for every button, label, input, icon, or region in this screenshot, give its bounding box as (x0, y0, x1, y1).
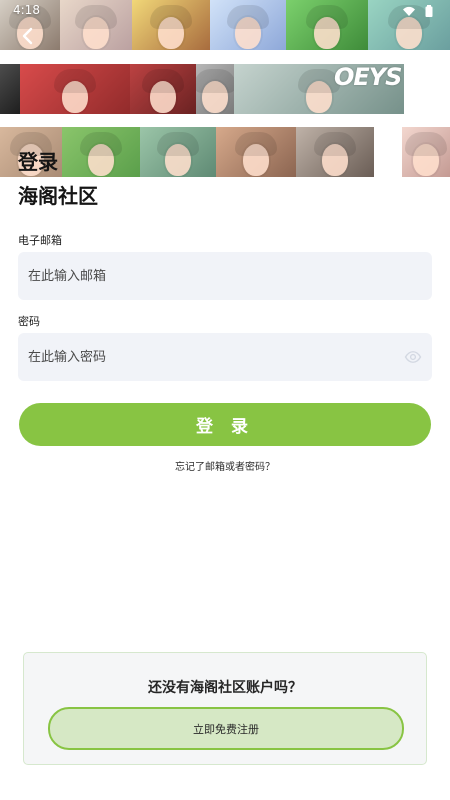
page-title: 登录 (18, 150, 58, 174)
app-name: 海阁社区 (18, 184, 98, 208)
email-field[interactable] (28, 252, 398, 300)
eye-icon[interactable] (404, 348, 422, 366)
character-thumbnail (0, 64, 20, 114)
banner-collage: OEYS (0, 0, 450, 178)
chevron-left-icon (22, 27, 33, 45)
status-icons (402, 4, 438, 18)
back-button[interactable] (16, 24, 40, 48)
register-button[interactable]: 立即免费注册 (48, 707, 404, 750)
character-thumbnail (20, 64, 130, 114)
banner-strip-edge (402, 127, 450, 177)
login-screen: OEYS 4:18 登录 海阁社区 电子邮箱 密码 登 录 忘记了邮 (0, 0, 450, 800)
email-field-container (18, 252, 432, 300)
password-field-container (18, 333, 432, 381)
battery-icon (425, 5, 433, 17)
character-thumbnail (140, 127, 216, 177)
forgot-password-link[interactable]: 忘记了邮箱或者密码？ (125, 458, 325, 473)
wifi-icon (403, 6, 415, 16)
password-field[interactable] (28, 333, 398, 381)
character-thumbnail (196, 64, 234, 114)
register-card: 还没有海阁社区账户吗？ 立即免费注册 (23, 652, 427, 765)
status-bar: 4:18 (0, 0, 450, 24)
email-label: 电子邮箱 (18, 234, 62, 247)
login-button[interactable]: 登 录 (19, 403, 431, 446)
brand-logo: OEYS (334, 63, 402, 91)
character-thumbnail (216, 127, 296, 177)
character-thumbnail (296, 127, 374, 177)
password-label: 密码 (18, 315, 40, 328)
character-thumbnail (62, 127, 140, 177)
register-prompt: 还没有海阁社区账户吗？ (148, 680, 302, 696)
character-thumbnail (402, 127, 450, 177)
character-thumbnail (130, 64, 196, 114)
status-time: 4:18 (13, 3, 40, 17)
